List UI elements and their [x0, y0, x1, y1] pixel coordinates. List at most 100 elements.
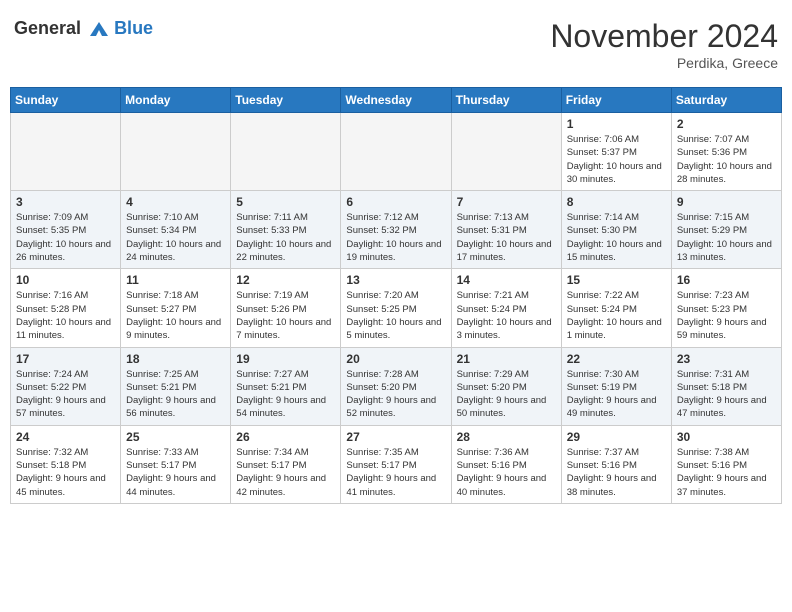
- day-info: Sunrise: 7:25 AM Sunset: 5:21 PM Dayligh…: [126, 368, 225, 421]
- day-cell: 17 Sunrise: 7:24 AM Sunset: 5:22 PM Dayli…: [11, 347, 121, 425]
- day-number: 25: [126, 430, 225, 444]
- day-info: Sunrise: 7:07 AM Sunset: 5:36 PM Dayligh…: [677, 133, 776, 186]
- day-number: 21: [457, 352, 556, 366]
- day-cell: 30 Sunrise: 7:38 AM Sunset: 5:16 PM Dayli…: [671, 425, 781, 503]
- day-info: Sunrise: 7:21 AM Sunset: 5:24 PM Dayligh…: [457, 289, 556, 342]
- day-info: Sunrise: 7:23 AM Sunset: 5:23 PM Dayligh…: [677, 289, 776, 342]
- day-info: Sunrise: 7:34 AM Sunset: 5:17 PM Dayligh…: [236, 446, 335, 499]
- day-number: 27: [346, 430, 445, 444]
- day-number: 7: [457, 195, 556, 209]
- location: Perdika, Greece: [550, 55, 778, 71]
- day-cell: [231, 113, 341, 191]
- day-info: Sunrise: 7:22 AM Sunset: 5:24 PM Dayligh…: [567, 289, 666, 342]
- day-number: 9: [677, 195, 776, 209]
- day-cell: 9 Sunrise: 7:15 AM Sunset: 5:29 PM Daylig…: [671, 191, 781, 269]
- day-info: Sunrise: 7:27 AM Sunset: 5:21 PM Dayligh…: [236, 368, 335, 421]
- weekday-header-thursday: Thursday: [451, 88, 561, 113]
- day-number: 23: [677, 352, 776, 366]
- day-cell: 16 Sunrise: 7:23 AM Sunset: 5:23 PM Dayli…: [671, 269, 781, 347]
- day-info: Sunrise: 7:16 AM Sunset: 5:28 PM Dayligh…: [16, 289, 115, 342]
- day-cell: 18 Sunrise: 7:25 AM Sunset: 5:21 PM Dayli…: [121, 347, 231, 425]
- day-number: 5: [236, 195, 335, 209]
- day-cell: [121, 113, 231, 191]
- day-cell: 22Sunrise: 7:30 AM Sunset: 5:19 PM Dayli…: [561, 347, 671, 425]
- day-number: 6: [346, 195, 445, 209]
- day-cell: 26 Sunrise: 7:34 AM Sunset: 5:17 PM Dayli…: [231, 425, 341, 503]
- day-number: 3: [16, 195, 115, 209]
- day-number: 19: [236, 352, 335, 366]
- title-block: November 2024 Perdika, Greece: [550, 18, 778, 71]
- weekday-header-tuesday: Tuesday: [231, 88, 341, 113]
- day-info: Sunrise: 7:38 AM Sunset: 5:16 PM Dayligh…: [677, 446, 776, 499]
- week-row-5: 24 Sunrise: 7:32 AM Sunset: 5:18 PM Dayli…: [11, 425, 782, 503]
- week-row-4: 17 Sunrise: 7:24 AM Sunset: 5:22 PM Dayli…: [11, 347, 782, 425]
- day-info: Sunrise: 7:29 AM Sunset: 5:20 PM Dayligh…: [457, 368, 556, 421]
- day-number: 14: [457, 273, 556, 287]
- day-info: Sunrise: 7:11 AM Sunset: 5:33 PM Dayligh…: [236, 211, 335, 264]
- day-cell: 8Sunrise: 7:14 AM Sunset: 5:30 PM Daylig…: [561, 191, 671, 269]
- day-cell: 29 Sunrise: 7:37 AM Sunset: 5:16 PM Dayli…: [561, 425, 671, 503]
- day-number: 16: [677, 273, 776, 287]
- day-cell: 4Sunrise: 7:10 AM Sunset: 5:34 PM Daylig…: [121, 191, 231, 269]
- day-cell: 21 Sunrise: 7:29 AM Sunset: 5:20 PM Dayli…: [451, 347, 561, 425]
- day-info: Sunrise: 7:13 AM Sunset: 5:31 PM Dayligh…: [457, 211, 556, 264]
- day-cell: 12Sunrise: 7:19 AM Sunset: 5:26 PM Dayli…: [231, 269, 341, 347]
- day-info: Sunrise: 7:28 AM Sunset: 5:20 PM Dayligh…: [346, 368, 445, 421]
- day-info: Sunrise: 7:24 AM Sunset: 5:22 PM Dayligh…: [16, 368, 115, 421]
- week-row-2: 3 Sunrise: 7:09 AM Sunset: 5:35 PM Daylig…: [11, 191, 782, 269]
- weekday-header-sunday: Sunday: [11, 88, 121, 113]
- day-number: 11: [126, 273, 225, 287]
- logo-icon: [88, 20, 110, 38]
- day-cell: 28Sunrise: 7:36 AM Sunset: 5:16 PM Dayli…: [451, 425, 561, 503]
- day-info: Sunrise: 7:09 AM Sunset: 5:35 PM Dayligh…: [16, 211, 115, 264]
- page-header: General Blue November 2024 Perdika, Gree…: [10, 10, 782, 79]
- day-number: 18: [126, 352, 225, 366]
- day-cell: 24 Sunrise: 7:32 AM Sunset: 5:18 PM Dayli…: [11, 425, 121, 503]
- month-title: November 2024: [550, 18, 778, 55]
- logo: General Blue: [14, 18, 153, 40]
- day-info: Sunrise: 7:35 AM Sunset: 5:17 PM Dayligh…: [346, 446, 445, 499]
- day-cell: 25Sunrise: 7:33 AM Sunset: 5:17 PM Dayli…: [121, 425, 231, 503]
- day-number: 24: [16, 430, 115, 444]
- day-info: Sunrise: 7:32 AM Sunset: 5:18 PM Dayligh…: [16, 446, 115, 499]
- day-number: 29: [567, 430, 666, 444]
- day-cell: [451, 113, 561, 191]
- day-info: Sunrise: 7:31 AM Sunset: 5:18 PM Dayligh…: [677, 368, 776, 421]
- day-number: 1: [567, 117, 666, 131]
- day-cell: 2 Sunrise: 7:07 AM Sunset: 5:36 PM Daylig…: [671, 113, 781, 191]
- weekday-header-row: SundayMondayTuesdayWednesdayThursdayFrid…: [11, 88, 782, 113]
- day-number: 15: [567, 273, 666, 287]
- day-info: Sunrise: 7:19 AM Sunset: 5:26 PM Dayligh…: [236, 289, 335, 342]
- day-number: 10: [16, 273, 115, 287]
- week-row-3: 10 Sunrise: 7:16 AM Sunset: 5:28 PM Dayli…: [11, 269, 782, 347]
- day-cell: 11Sunrise: 7:18 AM Sunset: 5:27 PM Dayli…: [121, 269, 231, 347]
- day-cell: 5 Sunrise: 7:11 AM Sunset: 5:33 PM Daylig…: [231, 191, 341, 269]
- day-number: 26: [236, 430, 335, 444]
- day-cell: 19 Sunrise: 7:27 AM Sunset: 5:21 PM Dayli…: [231, 347, 341, 425]
- day-cell: 6Sunrise: 7:12 AM Sunset: 5:32 PM Daylig…: [341, 191, 451, 269]
- weekday-header-monday: Monday: [121, 88, 231, 113]
- day-cell: 20Sunrise: 7:28 AM Sunset: 5:20 PM Dayli…: [341, 347, 451, 425]
- day-cell: [11, 113, 121, 191]
- day-number: 4: [126, 195, 225, 209]
- day-number: 28: [457, 430, 556, 444]
- day-cell: [341, 113, 451, 191]
- day-number: 17: [16, 352, 115, 366]
- day-cell: 7 Sunrise: 7:13 AM Sunset: 5:31 PM Daylig…: [451, 191, 561, 269]
- day-cell: 3 Sunrise: 7:09 AM Sunset: 5:35 PM Daylig…: [11, 191, 121, 269]
- day-cell: 13Sunrise: 7:20 AM Sunset: 5:25 PM Dayli…: [341, 269, 451, 347]
- calendar-table: SundayMondayTuesdayWednesdayThursdayFrid…: [10, 87, 782, 504]
- day-number: 8: [567, 195, 666, 209]
- day-info: Sunrise: 7:37 AM Sunset: 5:16 PM Dayligh…: [567, 446, 666, 499]
- day-cell: 27 Sunrise: 7:35 AM Sunset: 5:17 PM Dayli…: [341, 425, 451, 503]
- day-cell: 15 Sunrise: 7:22 AM Sunset: 5:24 PM Dayli…: [561, 269, 671, 347]
- day-number: 30: [677, 430, 776, 444]
- weekday-header-saturday: Saturday: [671, 88, 781, 113]
- day-cell: 1 Sunrise: 7:06 AM Sunset: 5:37 PM Daylig…: [561, 113, 671, 191]
- day-info: Sunrise: 7:15 AM Sunset: 5:29 PM Dayligh…: [677, 211, 776, 264]
- day-info: Sunrise: 7:20 AM Sunset: 5:25 PM Dayligh…: [346, 289, 445, 342]
- day-number: 2: [677, 117, 776, 131]
- day-cell: 23 Sunrise: 7:31 AM Sunset: 5:18 PM Dayli…: [671, 347, 781, 425]
- day-info: Sunrise: 7:30 AM Sunset: 5:19 PM Dayligh…: [567, 368, 666, 421]
- day-info: Sunrise: 7:06 AM Sunset: 5:37 PM Dayligh…: [567, 133, 666, 186]
